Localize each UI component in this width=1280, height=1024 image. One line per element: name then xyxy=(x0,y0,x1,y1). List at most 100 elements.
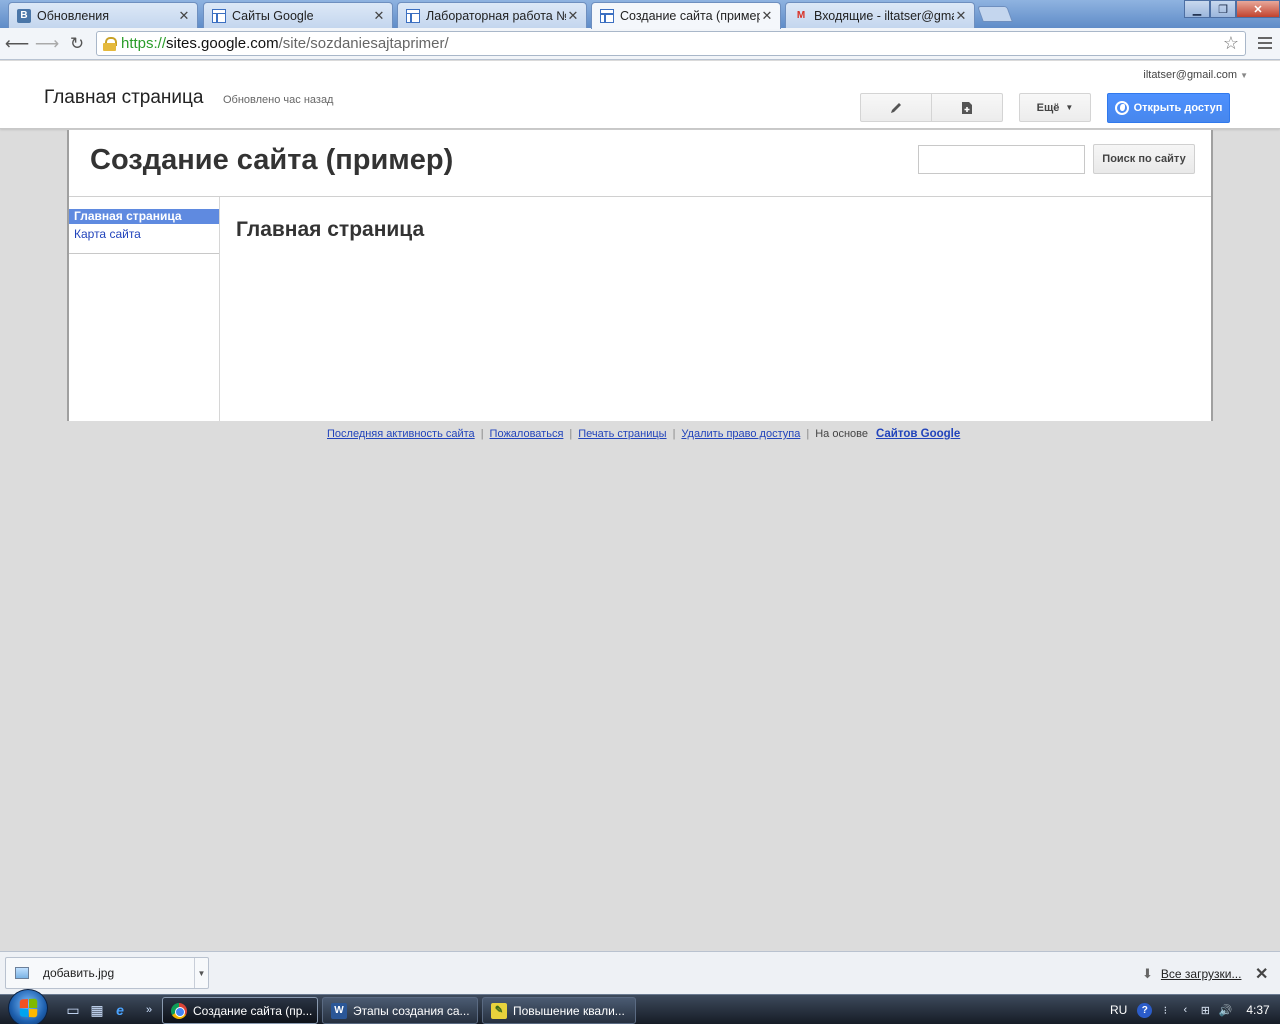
pencil-icon xyxy=(891,102,901,113)
document-icon: ✎ xyxy=(491,1002,507,1019)
header-divider xyxy=(69,196,1211,197)
start-button[interactable] xyxy=(8,989,48,1024)
updated-status: Обновлено час назад xyxy=(223,94,334,106)
minimize-icon[interactable]: ▁ xyxy=(1184,0,1210,18)
chrome-icon xyxy=(171,1002,187,1019)
vk-icon: B xyxy=(17,8,31,23)
share-label: Открыть доступ xyxy=(1133,102,1223,114)
url-host: sites.google.com xyxy=(166,35,279,52)
site-search-input[interactable] xyxy=(918,145,1085,174)
share-button[interactable]: Открыть доступ xyxy=(1107,93,1230,123)
download-file-name: добавить.jpg xyxy=(43,966,115,980)
site-container: Создание сайта (пример) Поиск по сайту Г… xyxy=(67,130,1213,421)
google-sites-icon xyxy=(406,8,420,23)
tab-title: Входящие - iltatser@gma xyxy=(814,8,954,23)
caret-down-icon: ▼ xyxy=(1240,71,1248,80)
window-close-icon[interactable]: ✕ xyxy=(1236,0,1280,18)
footer-link-print[interactable]: Печать страницы xyxy=(578,428,666,440)
volume-icon[interactable]: 🔊 xyxy=(1218,1003,1232,1017)
new-tab-button[interactable] xyxy=(977,6,1013,22)
close-icon[interactable]: ✕ xyxy=(177,8,191,24)
menu-icon[interactable] xyxy=(1254,31,1276,55)
lock-icon xyxy=(103,36,117,51)
download-item[interactable]: добавить.jpg ▼ xyxy=(5,957,209,989)
page-title: Главная страница xyxy=(44,87,204,108)
google-sites-icon xyxy=(212,8,226,23)
show-desktop-icon[interactable]: ▭ xyxy=(64,1001,82,1019)
more-button[interactable]: Ещё ▼ xyxy=(1019,93,1091,122)
all-downloads-link[interactable]: ⬇ Все загрузки... xyxy=(1142,966,1241,982)
address-bar[interactable]: https:// sites.google.com /site/sozdanie… xyxy=(96,31,1246,56)
close-icon[interactable]: ✕ xyxy=(566,8,580,24)
quicklaunch-overflow-icon[interactable]: » xyxy=(140,1001,158,1019)
site-footer: Последняя активность сайта | Пожаловатьс… xyxy=(327,428,960,440)
globe-icon xyxy=(1114,101,1129,115)
page-heading: Главная страница xyxy=(236,218,425,241)
caret-down-icon: ▼ xyxy=(1065,103,1074,112)
footer-separator: | xyxy=(480,428,484,440)
close-icon[interactable]: ✕ xyxy=(372,8,386,24)
tab-title: Лабораторная работа № xyxy=(426,8,566,23)
sidebar-divider xyxy=(69,253,219,254)
download-menu-icon[interactable]: ▼ xyxy=(194,958,208,988)
back-icon[interactable]: ⟵ xyxy=(4,31,30,57)
reload-icon[interactable]: ↻ xyxy=(64,31,90,57)
tray-options-icon[interactable]: ⁝ xyxy=(1158,1003,1172,1017)
taskbar-window-title: Повышение квали... xyxy=(513,1003,625,1018)
switch-windows-icon[interactable]: ▦ xyxy=(88,1001,106,1019)
close-icon[interactable]: ✕ xyxy=(954,8,968,24)
browser-tab-strip: B Обновления ✕ Сайты Google ✕ Лабораторн… xyxy=(0,0,1280,29)
taskbar-window-word[interactable]: W Этапы создания са... xyxy=(322,997,478,1024)
edit-page-button[interactable] xyxy=(860,93,932,122)
taskbar-window-title: Создание сайта (пр... xyxy=(193,1003,313,1018)
download-arrow-icon: ⬇ xyxy=(1142,966,1153,981)
footer-based-on: На основе xyxy=(815,428,868,440)
close-shelf-icon[interactable]: ✕ xyxy=(1255,964,1268,984)
tab-lab-work[interactable]: Лабораторная работа № ✕ xyxy=(397,2,587,28)
tab-gmail-inbox[interactable]: M Входящие - iltatser@gma ✕ xyxy=(785,2,975,28)
image-file-icon xyxy=(15,967,29,979)
tab-title: Сайты Google xyxy=(232,8,314,23)
close-icon[interactable]: ✕ xyxy=(760,8,774,24)
footer-separator: | xyxy=(672,428,676,440)
tab-updates[interactable]: B Обновления ✕ xyxy=(8,2,198,28)
sites-header: Главная страница Обновлено час назад ilt… xyxy=(0,61,1280,129)
site-sidebar: Главная страница Карта сайта xyxy=(69,197,220,421)
account-menu[interactable]: iltatser@gmail.com ▼ xyxy=(1143,69,1248,81)
restore-icon[interactable]: ❐ xyxy=(1210,0,1236,18)
url-path: /site/sozdaniesajtaprimer/ xyxy=(278,35,449,52)
tab-google-sites[interactable]: Сайты Google ✕ xyxy=(203,2,393,28)
new-page-button[interactable] xyxy=(931,93,1003,122)
sidebar-item-home[interactable]: Главная страница xyxy=(69,209,219,224)
account-email: iltatser@gmail.com xyxy=(1143,69,1238,81)
system-tray: RU ? ⁝ ‹ ⊞ 🔊 4:37 xyxy=(1104,995,1270,1024)
url-scheme: https:// xyxy=(121,35,167,52)
tab-site-example[interactable]: Создание сайта (пример) ✕ xyxy=(591,2,781,29)
word-icon: W xyxy=(331,1002,347,1019)
download-shelf: добавить.jpg ▼ ⬇ Все загрузки... ✕ xyxy=(0,951,1280,994)
footer-link-recent-activity[interactable]: Последняя активность сайта xyxy=(327,428,475,440)
bookmark-star-icon[interactable]: ☆ xyxy=(1223,33,1239,54)
footer-link-report[interactable]: Пожаловаться xyxy=(490,428,564,440)
clock[interactable]: 4:37 xyxy=(1246,1003,1269,1017)
language-indicator[interactable]: RU xyxy=(1110,1003,1127,1017)
network-icon[interactable]: ⊞ xyxy=(1198,1003,1212,1017)
forward-icon[interactable]: ⟶ xyxy=(34,31,60,57)
footer-separator: | xyxy=(806,428,810,440)
footer-link-google-sites[interactable]: Сайтов Google xyxy=(876,428,960,440)
sidebar-item-sitemap[interactable]: Карта сайта xyxy=(69,227,219,242)
new-page-icon xyxy=(962,101,972,114)
internet-explorer-icon[interactable]: e xyxy=(111,1001,129,1019)
footer-link-remove-access[interactable]: Удалить право доступа xyxy=(681,428,800,440)
taskbar-window-chrome[interactable]: Создание сайта (пр... xyxy=(162,997,318,1024)
more-label: Ещё xyxy=(1036,101,1060,114)
browser-toolbar: ⟵ ⟶ ↻ https:// sites.google.com /site/so… xyxy=(0,28,1280,60)
help-icon[interactable]: ? xyxy=(1137,1002,1153,1018)
google-sites-icon xyxy=(600,9,614,23)
site-title[interactable]: Создание сайта (пример) xyxy=(90,144,453,177)
taskbar-window-document[interactable]: ✎ Повышение квали... xyxy=(482,997,636,1024)
windows-taskbar: ▭ ▦ e » Создание сайта (пр... W Этапы со… xyxy=(0,989,1280,1024)
footer-separator: | xyxy=(569,428,573,440)
tray-expand-icon[interactable]: ‹ xyxy=(1178,1003,1192,1017)
site-search-button[interactable]: Поиск по сайту xyxy=(1093,144,1195,174)
